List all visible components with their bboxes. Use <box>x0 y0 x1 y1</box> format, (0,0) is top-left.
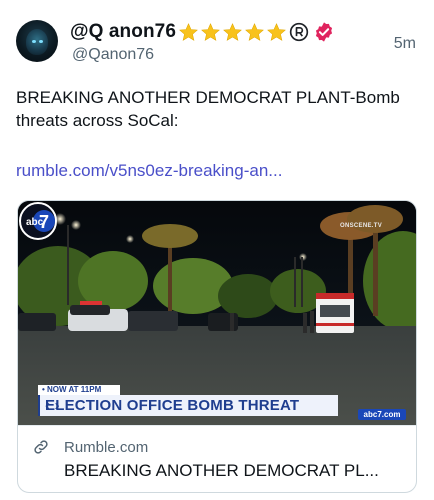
handle[interactable]: @Qanon76 <box>72 46 154 64</box>
verified-badge-icon <box>315 22 333 42</box>
watermark: ONSCENE.TV <box>340 223 383 229</box>
author-name-row: @Q anon76 <box>70 20 335 44</box>
preview-thumbnail: ONSCENE.TV • NOW AT 11PM ELECTION OFFICE… <box>18 201 416 425</box>
registered-icon <box>289 22 309 42</box>
avatar[interactable] <box>16 20 58 62</box>
star-icon <box>179 22 198 41</box>
post-text: BREAKING ANOTHER DEMOCRAT PLANT-Bomb thr… <box>16 88 400 130</box>
display-name[interactable]: @Q anon76 <box>70 21 176 43</box>
card-domain: Rumble.com <box>64 439 149 456</box>
chevron-icon: ‹ › <box>45 397 60 414</box>
link-preview-card[interactable]: ONSCENE.TV • NOW AT 11PM ELECTION OFFICE… <box>17 200 417 493</box>
lower-third-kicker: • NOW AT 11PM <box>38 385 120 395</box>
card-footer: Rumble.com BREAKING ANOTHER DEMOCRAT PL.… <box>18 425 416 492</box>
star-rating <box>178 22 288 43</box>
timestamp[interactable]: 5m <box>394 35 416 53</box>
star-icon <box>201 22 220 41</box>
card-title[interactable]: BREAKING ANOTHER DEMOCRAT PL... <box>64 461 379 481</box>
network-url: abc7.com <box>358 409 406 420</box>
post: @Q anon76 @Qanon76 5m BREAKING ANOTHER D… <box>0 0 434 500</box>
star-icon <box>245 22 264 41</box>
star-icon <box>267 22 286 41</box>
link-icon <box>34 440 48 454</box>
abc-logo-number: 7 <box>39 212 49 232</box>
post-link[interactable]: rumble.com/v5ns0ez-breaking-an... <box>16 161 282 181</box>
star-icon <box>223 22 242 41</box>
abc7-logo-icon: abc 7 <box>19 202 57 240</box>
news-lower-third: • NOW AT 11PM ELECTION OFFICE BOMB THREA… <box>38 385 338 416</box>
